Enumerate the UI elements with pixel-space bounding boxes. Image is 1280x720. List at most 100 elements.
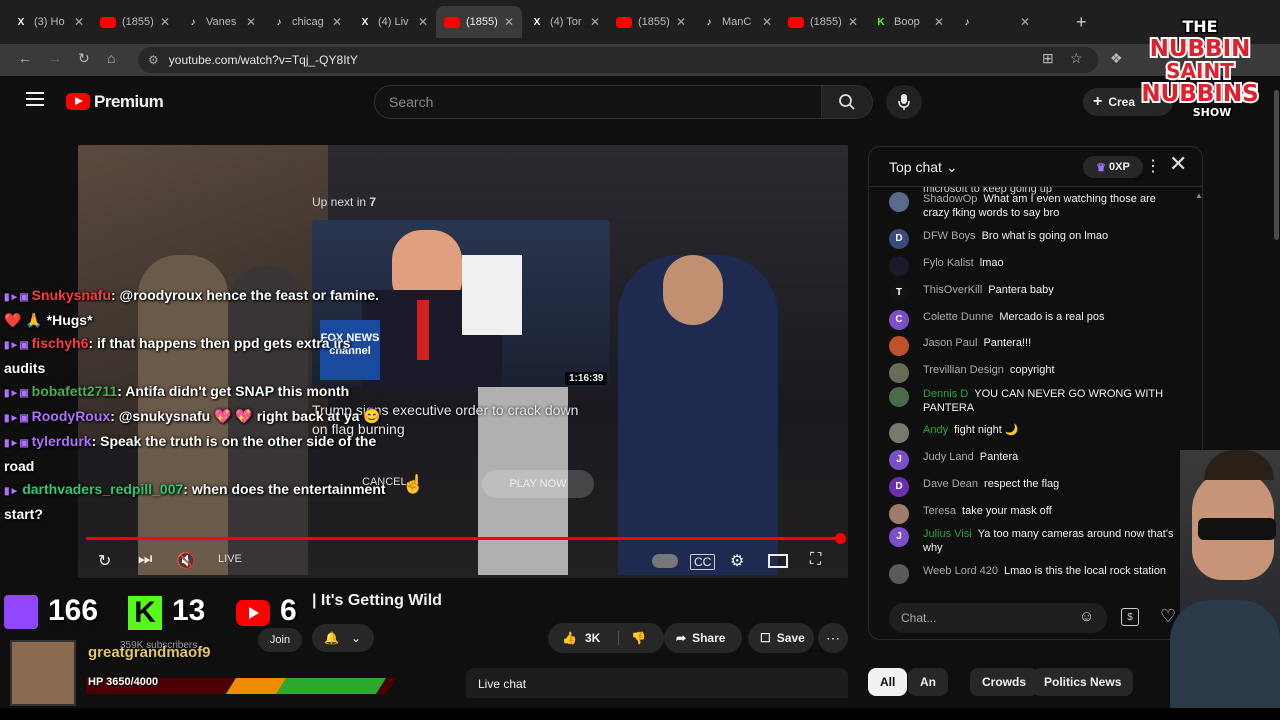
chat-author[interactable]: Judy Land: [923, 451, 974, 463]
tab-close-icon[interactable]: ✕: [74, 15, 84, 29]
save-button[interactable]: ☐ Save: [748, 623, 814, 653]
browser-tab[interactable]: ♪ chicag ✕: [264, 6, 350, 38]
chat-author[interactable]: ShadowOp: [923, 193, 977, 205]
browser-tab[interactable]: (1855) ✕: [92, 6, 178, 38]
chat-message[interactable]: ShadowOp What am I even watching those ar…: [889, 192, 1179, 220]
tab-close-icon[interactable]: ✕: [332, 15, 342, 29]
theater-mode-icon[interactable]: [768, 554, 788, 568]
browser-tab[interactable]: (1855) ✕: [608, 6, 694, 38]
chat-message[interactable]: D Dave Dean respect the flag: [889, 477, 1179, 497]
emoji-icon[interactable]: ☺: [1079, 608, 1094, 625]
chip-all[interactable]: All: [868, 668, 908, 696]
notification-bell-button[interactable]: 🔔 ⌄: [312, 624, 374, 652]
browser-tab[interactable]: ♪ Vanes ✕: [178, 6, 264, 38]
avatar[interactable]: [889, 387, 909, 407]
home-icon[interactable]: ⌂: [107, 50, 115, 66]
fullscreen-icon[interactable]: ⛶: [810, 551, 821, 569]
close-icon[interactable]: ✕: [1169, 151, 1187, 177]
chat-author[interactable]: Colette Dunne: [923, 311, 993, 323]
next-icon[interactable]: ⏭: [138, 551, 152, 569]
chat-message[interactable]: Weeb Lord 420 Lmao is this the local rock…: [889, 564, 1179, 584]
play-now-button[interactable]: PLAY NOW: [482, 470, 594, 498]
chat-message[interactable]: Trevillian Design copyright: [889, 363, 1179, 383]
chat-author[interactable]: Weeb Lord 420: [923, 565, 998, 577]
tab-close-icon[interactable]: ✕: [848, 15, 858, 29]
replay-icon[interactable]: ↻: [98, 551, 111, 571]
chat-message[interactable]: J Julius Visi Ya too many cameras around n…: [889, 527, 1179, 555]
avatar[interactable]: D: [889, 229, 909, 249]
browser-tab[interactable]: ♪ ✕: [952, 6, 1038, 38]
browser-tab[interactable]: X (4) Tor ✕: [522, 6, 608, 38]
avatar[interactable]: C: [889, 310, 909, 330]
new-tab-button[interactable]: +: [1076, 12, 1087, 33]
browser-tab[interactable]: K Boop ✕: [866, 6, 952, 38]
volume-icon[interactable]: 🔇: [176, 551, 196, 571]
avatar[interactable]: D: [889, 477, 909, 497]
chat-input[interactable]: Chat...: [889, 603, 1107, 633]
avatar[interactable]: [889, 192, 909, 212]
tab-close-icon[interactable]: ✕: [246, 15, 256, 29]
browser-tab[interactable]: ♪ ManC ✕: [694, 6, 780, 38]
chip-politics-news[interactable]: Politics News: [1032, 668, 1134, 696]
chat-author[interactable]: Andy: [923, 424, 948, 436]
search-input[interactable]: Search: [374, 85, 822, 119]
site-info-icon[interactable]: ⚙: [148, 53, 159, 67]
share-button[interactable]: ➦ Share: [664, 623, 742, 653]
chat-message[interactable]: C Colette Dunne Mercado is a real pos: [889, 310, 1179, 330]
tab-close-icon[interactable]: ✕: [762, 15, 772, 29]
voice-search-button[interactable]: [886, 85, 922, 119]
chat-author[interactable]: Jason Paul: [923, 337, 977, 349]
chip-an[interactable]: An: [908, 668, 948, 696]
search-button[interactable]: [821, 85, 873, 119]
chat-message[interactable]: D DFW Boys Bro what is going on lmao: [889, 229, 1179, 249]
chat-mode-dropdown[interactable]: Top chat ⌄: [889, 159, 958, 176]
thumbs-down-icon[interactable]: 👎: [618, 631, 646, 645]
autoplay-toggle[interactable]: [652, 554, 678, 568]
xp-badge[interactable]: ♛ 0XP: [1083, 156, 1143, 178]
chat-author[interactable]: Dave Dean: [923, 478, 978, 490]
tab-close-icon[interactable]: ✕: [418, 15, 428, 29]
forward-icon[interactable]: →: [48, 50, 62, 66]
tab-close-icon[interactable]: ✕: [676, 15, 686, 29]
chat-author[interactable]: DFW Boys: [923, 230, 976, 242]
tab-close-icon[interactable]: ✕: [1020, 15, 1030, 29]
like-button[interactable]: 👍 3K 👎: [548, 623, 664, 653]
install-icon[interactable]: ⊞: [1042, 50, 1054, 67]
bookmark-star-icon[interactable]: ☆: [1070, 50, 1083, 67]
chat-message[interactable]: Andy fight night 🌙: [889, 423, 1179, 443]
tab-close-icon[interactable]: ✕: [934, 15, 944, 29]
chat-menu-icon[interactable]: ⋮: [1145, 156, 1161, 176]
chat-author[interactable]: Julius Visi: [923, 528, 972, 540]
chat-author[interactable]: Dennis D: [923, 388, 968, 400]
scroll-up-icon[interactable]: ▲: [1195, 191, 1202, 200]
browser-tab[interactable]: X (3) Ho ✕: [6, 6, 92, 38]
premium-wordmark[interactable]: Premium: [94, 92, 164, 112]
chat-message[interactable]: Teresa take your mask off: [889, 504, 1179, 524]
reload-icon[interactable]: ↻: [78, 50, 90, 67]
avatar[interactable]: [889, 504, 909, 524]
extensions-icon[interactable]: ❖: [1110, 50, 1123, 67]
tab-close-icon[interactable]: ✕: [590, 15, 600, 29]
avatar[interactable]: [889, 363, 909, 383]
tab-close-icon[interactable]: ✕: [160, 15, 170, 29]
more-actions-button[interactable]: ⋯: [818, 623, 848, 653]
chat-message[interactable]: Dennis D YOU CAN NEVER GO WRONG WITH PANT…: [889, 387, 1179, 415]
avatar[interactable]: [889, 336, 909, 356]
chat-message[interactable]: Jason Paul Pantera!!!: [889, 336, 1179, 356]
super-chat-icon[interactable]: $: [1121, 608, 1139, 626]
chat-message[interactable]: T ThisOverKill Pantera baby: [889, 283, 1179, 303]
chat-author[interactable]: Trevillian Design: [923, 364, 1004, 376]
menu-icon[interactable]: [26, 92, 44, 106]
join-button[interactable]: Join: [258, 628, 302, 652]
page-scrollbar[interactable]: [1274, 90, 1279, 240]
chat-author[interactable]: ThisOverKill: [923, 284, 982, 296]
settings-gear-icon[interactable]: ⚙: [730, 551, 744, 571]
captions-icon[interactable]: CC: [690, 554, 716, 570]
chat-message[interactable]: Fylo Kalist lmao: [889, 256, 1179, 276]
chat-message[interactable]: J Judy Land Pantera: [889, 450, 1179, 470]
avatar[interactable]: [889, 423, 909, 443]
browser-tab[interactable]: (1855) ✕: [436, 6, 522, 38]
progress-bar[interactable]: [86, 537, 842, 540]
avatar[interactable]: T: [889, 283, 909, 303]
live-chat-replay-bar[interactable]: Live chat: [466, 668, 848, 698]
